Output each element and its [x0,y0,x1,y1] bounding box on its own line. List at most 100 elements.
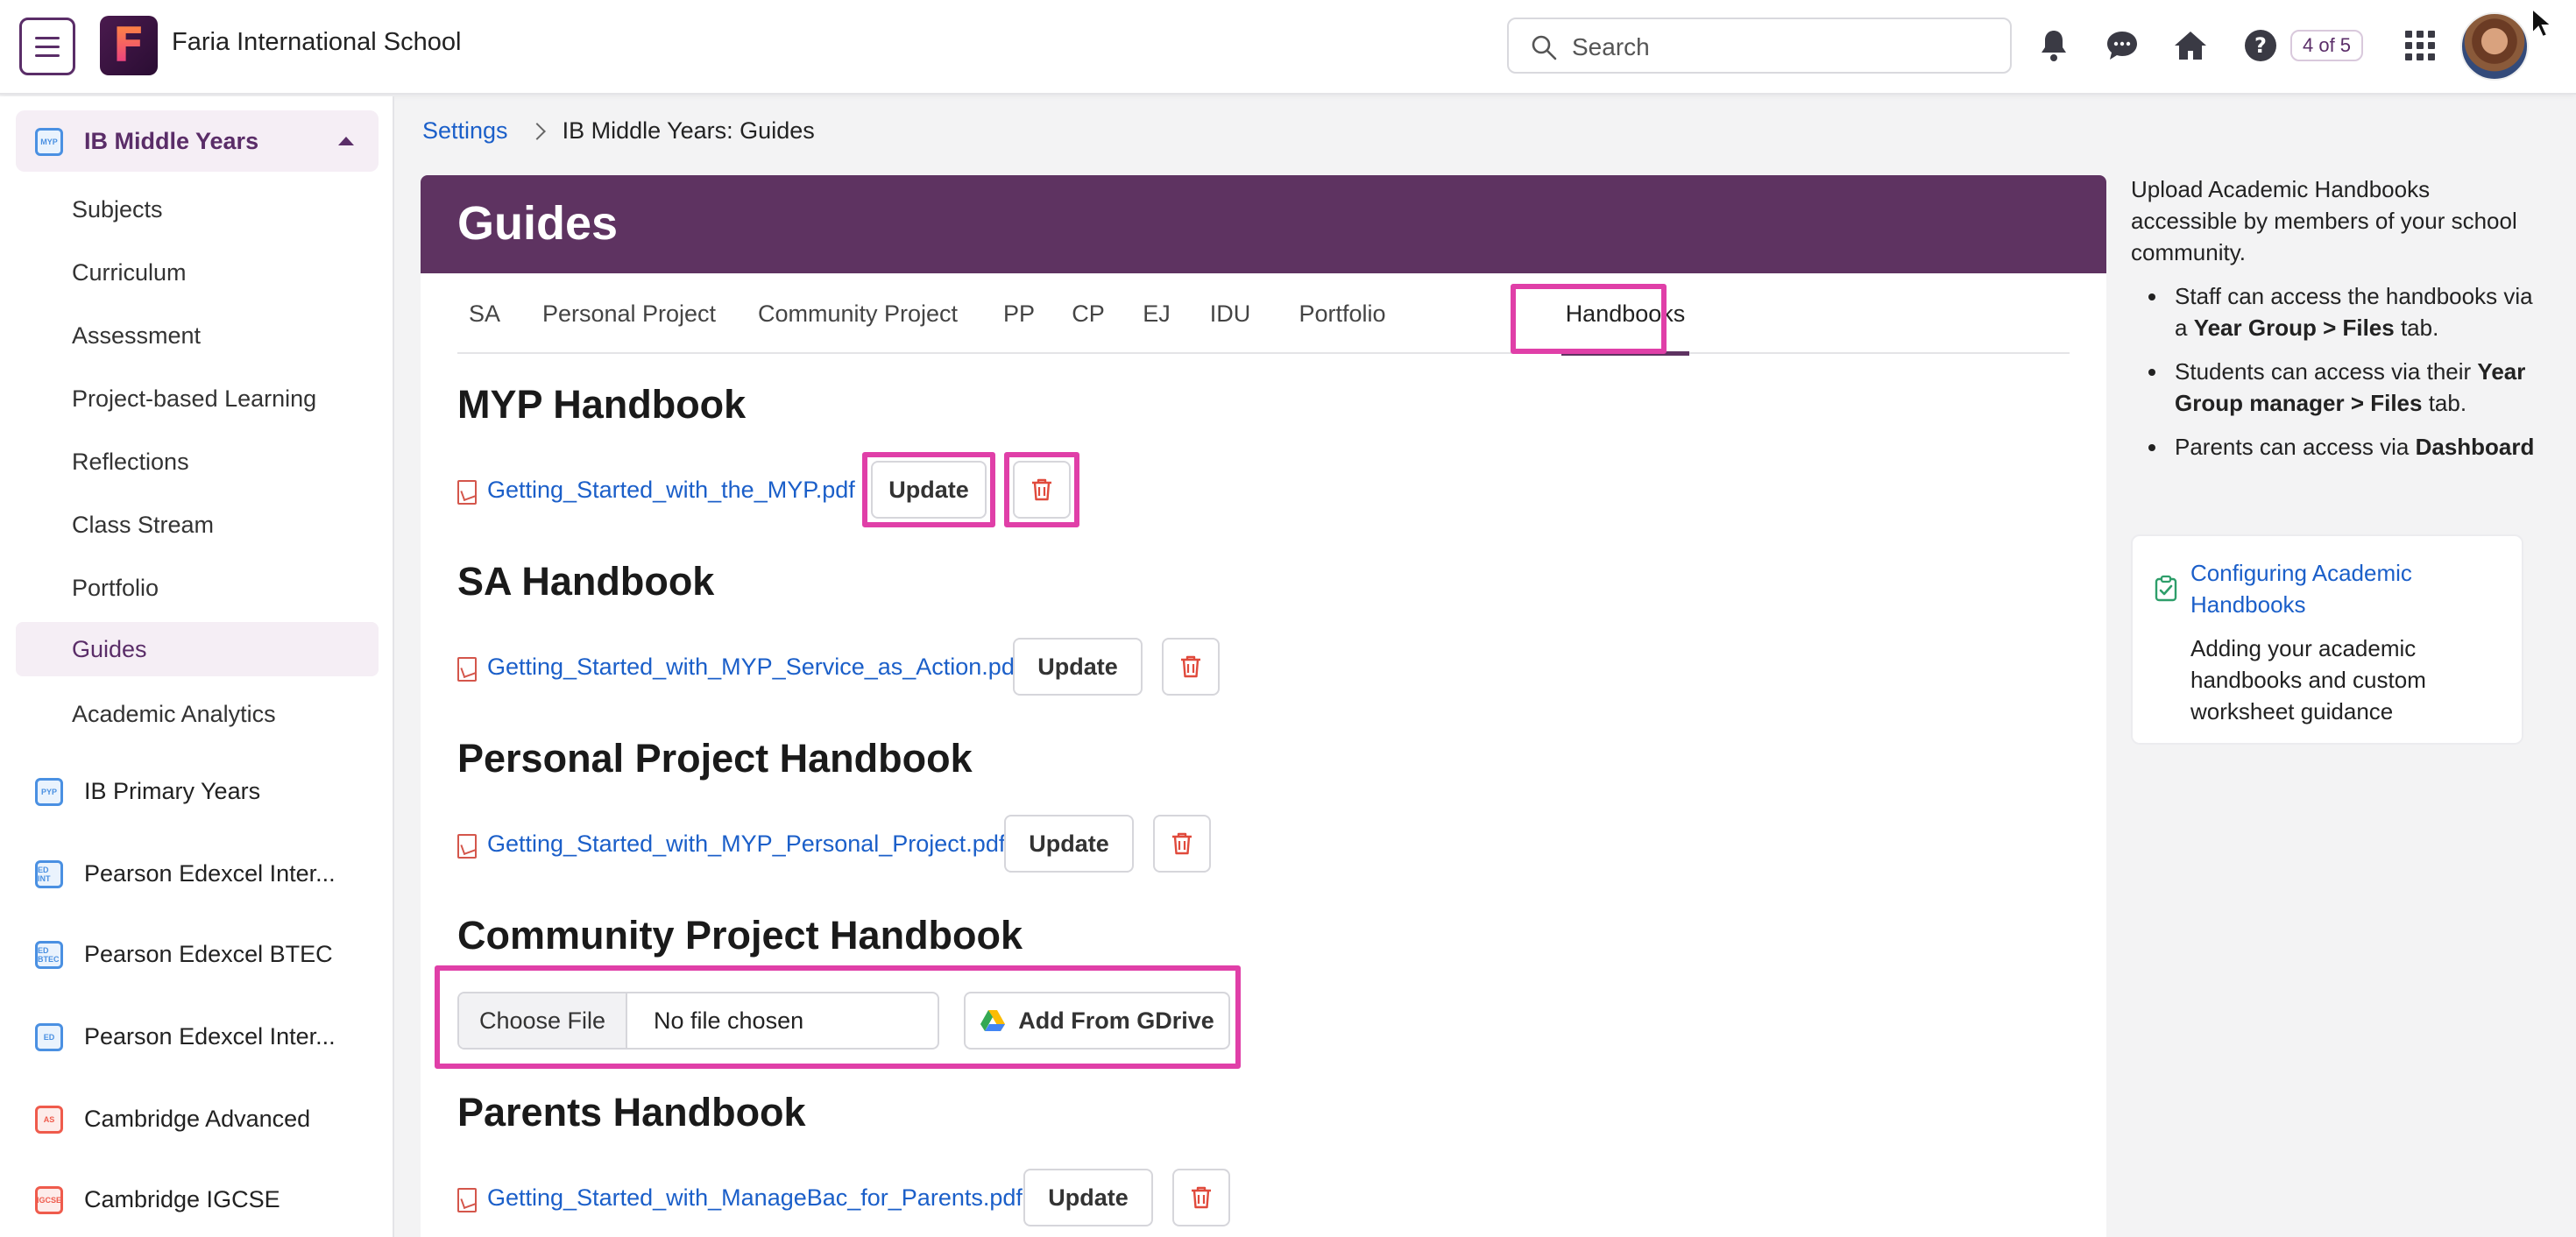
sidebar-item-academic-analytics[interactable]: Academic Analytics [16,687,379,741]
tab-sa[interactable]: SA [457,273,512,354]
sidebar-item-label: Academic Analytics [72,701,276,727]
sidebar-group-cambridge-igcse[interactable]: IGCSE Cambridge IGCSE [16,1169,379,1230]
edexcel-int-icon: ED INT [35,860,63,888]
tab-portfolio[interactable]: Portfolio [1281,273,1404,354]
top-bar: F Faria International School Search ? 4 … [0,0,2576,95]
delete-button[interactable] [1172,1169,1230,1226]
handbook-file-link[interactable]: Getting_Started_with_the_MYP.pdf [487,477,855,504]
hamburger-line [35,45,60,48]
sidebar-item-label: Portfolio [72,575,159,601]
section-title: SA Handbook [457,559,715,604]
bullet-text: tab. [2394,315,2439,341]
delete-button[interactable] [1013,461,1071,519]
sidebar-group-ib-middle-years[interactable]: MYP IB Middle Years [16,110,379,172]
user-avatar[interactable] [2460,12,2529,81]
tab-cp[interactable]: CP [1062,273,1115,354]
trash-icon [1172,832,1192,855]
bullet-text: tab. [2422,390,2467,416]
trash-icon [1181,655,1200,678]
update-button[interactable]: Update [1004,815,1134,873]
school-name[interactable]: Faria International School [172,28,461,57]
menu-toggle-button[interactable] [19,18,75,75]
sidebar-item-portfolio[interactable]: Portfolio [16,561,379,615]
delete-button[interactable] [1162,638,1220,696]
sidebar-item-label: Curriculum [72,259,187,286]
google-drive-icon [980,1010,1006,1031]
sidebar-group-ib-primary-years[interactable]: PYP IB Primary Years [16,760,379,822]
sidebar-item-subjects[interactable]: Subjects [16,182,379,237]
tab-handbooks[interactable]: Handbooks [1553,273,1698,356]
pdf-icon [457,480,477,505]
sidebar-item-guides[interactable]: Guides [16,622,379,676]
handbook-file-link[interactable]: Getting_Started_with_MYP_Personal_Projec… [487,831,1005,858]
sidebar: MYP IB Middle Years Subjects Curriculum … [0,96,394,1237]
bell-icon[interactable] [2035,26,2073,65]
tab-pp[interactable]: PP [992,273,1046,354]
trash-icon [1032,478,1051,501]
tab-personal-project[interactable]: Personal Project [531,273,727,354]
choose-file-button[interactable]: Choose File [459,993,627,1048]
school-logo[interactable]: F [100,16,158,75]
help-article-link[interactable]: Configuring Academic Handbooks [2190,557,2506,620]
pdf-icon [457,1188,477,1212]
pyp-icon: PYP [35,778,63,806]
list-item: Staff can access the handbooks via a Yea… [2148,280,2543,343]
help-icon[interactable]: ? [2241,26,2280,65]
sidebar-item-project-based-learning[interactable]: Project-based Learning [16,371,379,426]
add-from-gdrive-button[interactable]: Add From GDrive [964,992,1230,1050]
delete-button[interactable] [1153,815,1211,873]
section-title: Parents Handbook [457,1090,806,1135]
update-button[interactable]: Update [1013,638,1143,696]
handbook-file-row: Getting_Started_with_the_MYP.pdf [457,461,855,519]
bullet-text: Students can access via their [2175,358,2478,385]
home-icon[interactable] [2171,26,2210,65]
cambridge-as-icon: AS [35,1106,63,1134]
tab-ej[interactable]: EJ [1132,273,1181,354]
section-title: Community Project Handbook [457,913,1023,958]
edexcel-icon: ED [35,1023,63,1051]
sidebar-item-label: Reflections [72,449,189,475]
logo-letter: F [112,18,145,73]
breadcrumb-current: IB Middle Years: Guides [562,117,815,144]
chevron-up-icon[interactable] [338,137,354,145]
help-bullet-list: Staff can access the handbooks via a Yea… [2148,280,2543,475]
sidebar-group-pearson-edexcel-btec[interactable]: ED BTEC Pearson Edexcel BTEC [16,923,379,985]
sidebar-item-class-stream[interactable]: Class Stream [16,498,379,552]
breadcrumb-settings-link[interactable]: Settings [422,117,508,145]
search-input[interactable]: Search [1507,18,2012,74]
sidebar-item-reflections[interactable]: Reflections [16,435,379,489]
sidebar-item-curriculum[interactable]: Curriculum [16,245,379,300]
sidebar-group-cambridge-advanced[interactable]: AS Cambridge Advanced [16,1088,379,1149]
handbook-file-row: Getting_Started_with_ManageBac_for_Paren… [457,1169,1023,1226]
chevron-right-icon [527,122,546,140]
file-upload-input[interactable]: Choose File No file chosen [457,992,939,1050]
page-title: Guides [457,197,619,250]
sidebar-item-label: Class Stream [72,512,215,538]
sidebar-group-label: Pearson Edexcel Inter... [84,1022,336,1050]
handbook-file-row: Getting_Started_with_MYP_Service_as_Acti… [457,638,1021,696]
sidebar-item-assessment[interactable]: Assessment [16,308,379,363]
myp-icon: MYP [35,128,63,156]
tab-community-project[interactable]: Community Project [743,273,973,354]
guides-card: Guides SA Personal Project Community Pro… [421,175,2106,1237]
sidebar-item-label: Assessment [72,322,202,349]
handbook-file-link[interactable]: Getting_Started_with_MYP_Service_as_Acti… [487,654,1021,681]
sidebar-group-pearson-edexcel-international-2[interactable]: ED Pearson Edexcel Inter... [16,1006,379,1067]
tab-idu[interactable]: IDU [1195,273,1265,354]
list-item: Parents can access via Dashboard [2148,431,2543,463]
update-button[interactable]: Update [871,461,987,519]
svg-text:?: ? [2254,33,2267,58]
chat-icon[interactable] [2103,26,2141,65]
hamburger-line [35,53,60,57]
pdf-icon [457,657,477,682]
handbook-file-link[interactable]: Getting_Started_with_ManageBac_for_Paren… [487,1184,1023,1212]
update-button[interactable]: Update [1023,1169,1153,1226]
breadcrumb: Settings IB Middle Years: Guides [422,117,815,145]
article-check-icon [2155,575,2177,602]
page-counter-badge[interactable]: 4 of 5 [2290,30,2364,61]
apps-grid-icon[interactable] [2401,26,2439,65]
sidebar-group-pearson-edexcel-international[interactable]: ED INT Pearson Edexcel Inter... [16,843,379,904]
bullet-bold-text: Dashboard [2415,434,2535,460]
trash-icon [1192,1186,1211,1209]
bullet-bold-text: Year Group > Files [2193,315,2395,341]
